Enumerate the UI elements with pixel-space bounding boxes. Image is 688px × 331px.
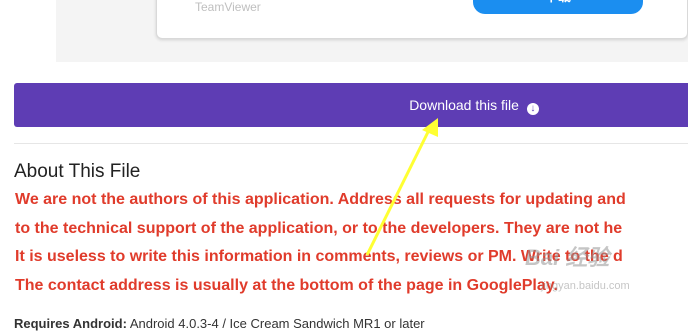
- requirements-line: Requires Android: Android 4.0.3-4 / Ice …: [14, 316, 425, 331]
- requires-label: Requires Android:: [14, 316, 127, 331]
- download-label-group: Download this file ↓: [409, 97, 539, 115]
- card-download-button[interactable]: 下载: [473, 0, 643, 14]
- divider: [14, 143, 688, 144]
- author-notice: We are not the authors of this applicati…: [15, 186, 688, 300]
- section-title: About This File: [14, 161, 141, 182]
- download-label: Download this file: [409, 97, 519, 113]
- notice-line: It is useless to write this information …: [15, 248, 623, 265]
- app-name: TeamViewer: [195, 0, 261, 14]
- circle-arrow-down-icon: ↓: [526, 103, 539, 115]
- notice-line: to the technical support of the applicat…: [15, 219, 623, 237]
- download-file-button[interactable]: Download this file ↓: [14, 83, 688, 127]
- app-card: TeamViewer 下载: [156, 0, 688, 39]
- notice-line: The contact address is usually at the bo…: [15, 276, 558, 294]
- requires-value: Android 4.0.3-4 / Ice Cream Sandwich MR1…: [129, 316, 425, 331]
- notice-line: We are not the authors of this applicati…: [15, 191, 626, 208]
- app-card-area: TeamViewer 下载: [56, 0, 688, 62]
